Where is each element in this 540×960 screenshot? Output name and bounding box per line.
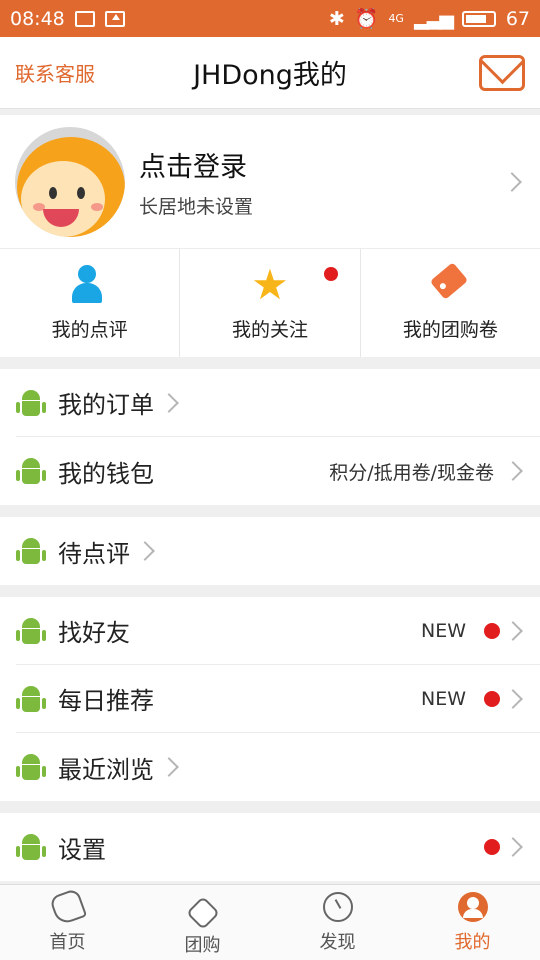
android-icon	[16, 388, 46, 418]
chevron-right-icon	[159, 757, 179, 777]
upload-icon	[104, 10, 125, 27]
chevron-right-icon	[503, 461, 523, 481]
tab-label: 我的	[454, 931, 491, 953]
reviewer-icon	[68, 264, 112, 305]
signal-icon: ▂▃▅	[413, 7, 454, 30]
notification-dot	[484, 839, 500, 855]
menu-item-daily-picks[interactable]: 每日推荐 NEW	[16, 665, 540, 733]
new-badge: NEW	[420, 619, 466, 642]
quick-link-label: 我的点评	[51, 318, 128, 341]
tab-label: 发现	[319, 931, 356, 953]
tag-icon	[428, 261, 472, 305]
user-icon	[457, 891, 488, 922]
mail-icon[interactable]	[479, 54, 525, 91]
contact-service-link[interactable]: 联系客服	[15, 58, 95, 87]
menu-group-settings: 设置	[0, 813, 540, 881]
home-icon	[48, 887, 87, 926]
battery-percent: 67	[505, 7, 530, 30]
menu-item-label: 最近浏览	[58, 755, 154, 784]
menu-item-label: 我的钱包	[58, 459, 154, 488]
new-badge: NEW	[420, 687, 466, 710]
coupon-icon	[185, 895, 220, 930]
tab-label: 首页	[49, 931, 86, 953]
menu-group-social: 找好友 NEW 每日推荐 NEW 最近浏览	[0, 597, 540, 801]
tab-mine[interactable]: 我的	[405, 885, 540, 960]
android-icon	[16, 684, 46, 714]
status-time: 08:48	[10, 7, 65, 30]
menu-item-find-friends[interactable]: 找好友 NEW	[16, 597, 540, 665]
status-bar: 08:48 ✱ ⏰ 4G ▂▃▅ 67	[0, 0, 540, 37]
android-icon	[16, 536, 46, 566]
android-icon	[16, 456, 46, 486]
menu-item-pending-reviews[interactable]: 待点评	[16, 517, 540, 585]
android-icon	[16, 616, 46, 646]
notification-dot	[484, 690, 500, 707]
chevron-right-icon	[503, 620, 523, 641]
residence-label: 长居地未设置	[139, 195, 254, 218]
signal-label: 4G	[388, 12, 404, 25]
menu-item-label: 设置	[58, 835, 106, 864]
tab-label: 团购	[184, 934, 221, 956]
tab-discover[interactable]: 发现	[270, 885, 405, 960]
menu-group-reviews: 待点评	[0, 517, 540, 585]
chevron-right-icon	[502, 171, 522, 192]
login-label: 点击登录	[139, 151, 247, 183]
avatar	[15, 126, 125, 237]
my-coupons-button[interactable]: 我的团购卷	[359, 249, 540, 357]
quick-link-label: 我的团购卷	[402, 318, 498, 341]
chevron-right-icon	[135, 541, 155, 561]
tab-home[interactable]: 首页	[0, 885, 135, 960]
menu-item-label: 每日推荐	[58, 687, 154, 715]
menu-item-my-wallet[interactable]: 我的钱包 积分/抵用卷/现金卷	[16, 437, 540, 505]
bottom-tab-bar: 首页 团购 发现 我的	[0, 884, 540, 960]
menu-item-label: 找好友	[58, 619, 130, 647]
quick-links: 我的点评 ★ 我的关注 我的团购卷	[0, 249, 540, 357]
quick-link-label: 我的关注	[231, 318, 308, 341]
notification-dot	[323, 267, 338, 281]
star-icon: ★	[251, 259, 289, 309]
menu-item-my-orders[interactable]: 我的订单	[16, 369, 540, 437]
wallet-note: 积分/抵用卷/现金卷	[329, 461, 494, 484]
my-follows-button[interactable]: ★ 我的关注	[179, 249, 359, 357]
login-profile-row[interactable]: 点击登录 长居地未设置	[0, 115, 540, 249]
android-icon	[16, 832, 46, 862]
compass-icon	[322, 891, 353, 922]
bluetooth-icon: ✱	[328, 7, 345, 30]
android-icon	[16, 752, 46, 782]
chevron-right-icon	[159, 392, 179, 413]
chevron-right-icon	[503, 688, 523, 709]
app-header: 联系客服 JHDong我的	[0, 37, 540, 109]
chevron-right-icon	[503, 837, 523, 857]
menu-group-orders: 我的订单 我的钱包 积分/抵用卷/现金卷	[0, 369, 540, 505]
menu-item-settings[interactable]: 设置	[16, 813, 540, 881]
menu-item-label: 待点评	[58, 539, 130, 568]
battery-icon	[461, 10, 496, 27]
image-icon	[74, 10, 95, 27]
my-reviews-button[interactable]: 我的点评	[0, 249, 179, 357]
menu-item-label: 我的订单	[58, 391, 154, 419]
alarm-icon: ⏰	[354, 8, 379, 30]
menu-item-recently-viewed[interactable]: 最近浏览	[16, 733, 540, 801]
notification-dot	[484, 622, 500, 639]
tab-group-buy[interactable]: 团购	[135, 885, 270, 960]
